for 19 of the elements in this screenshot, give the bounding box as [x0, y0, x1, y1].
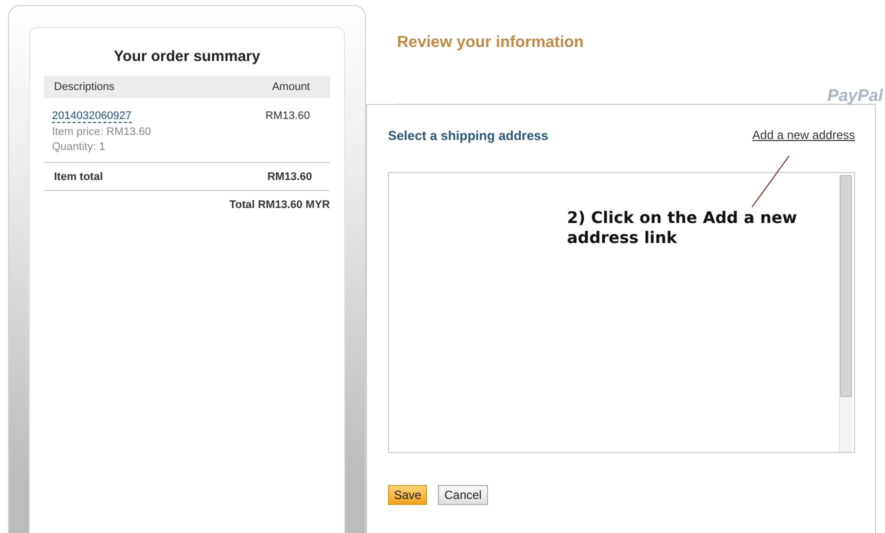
- save-button[interactable]: Save: [388, 485, 428, 505]
- summary-title: Your order summary: [112, 48, 262, 65]
- scroll-thumb[interactable]: [840, 175, 852, 397]
- column-header: Amount: [272, 81, 310, 93]
- paypal-logo: PayPal: [827, 86, 883, 106]
- total-amount: RM13.60: [267, 171, 312, 183]
- column-header: Descriptions: [54, 81, 115, 93]
- leader-line: [752, 156, 790, 208]
- scrollbar[interactable]: [839, 175, 852, 452]
- item-detail: Item price: RM13.60: [52, 126, 152, 138]
- item-detail: Quantity: 1: [52, 141, 106, 153]
- cancel-button[interactable]: Cancel: [438, 485, 488, 505]
- total-label: Item total: [54, 171, 103, 183]
- item-link[interactable]: 2014032060927: [52, 110, 132, 123]
- section-title: Select a shipping address: [388, 128, 548, 142]
- annotation-text: 2) Click on the Add a new address link: [567, 208, 798, 248]
- grand-total: Total RM13.60 MYR: [228, 198, 330, 211]
- item-amount: RM13.60: [265, 110, 310, 124]
- add-address-link[interactable]: Add a new address: [752, 128, 855, 142]
